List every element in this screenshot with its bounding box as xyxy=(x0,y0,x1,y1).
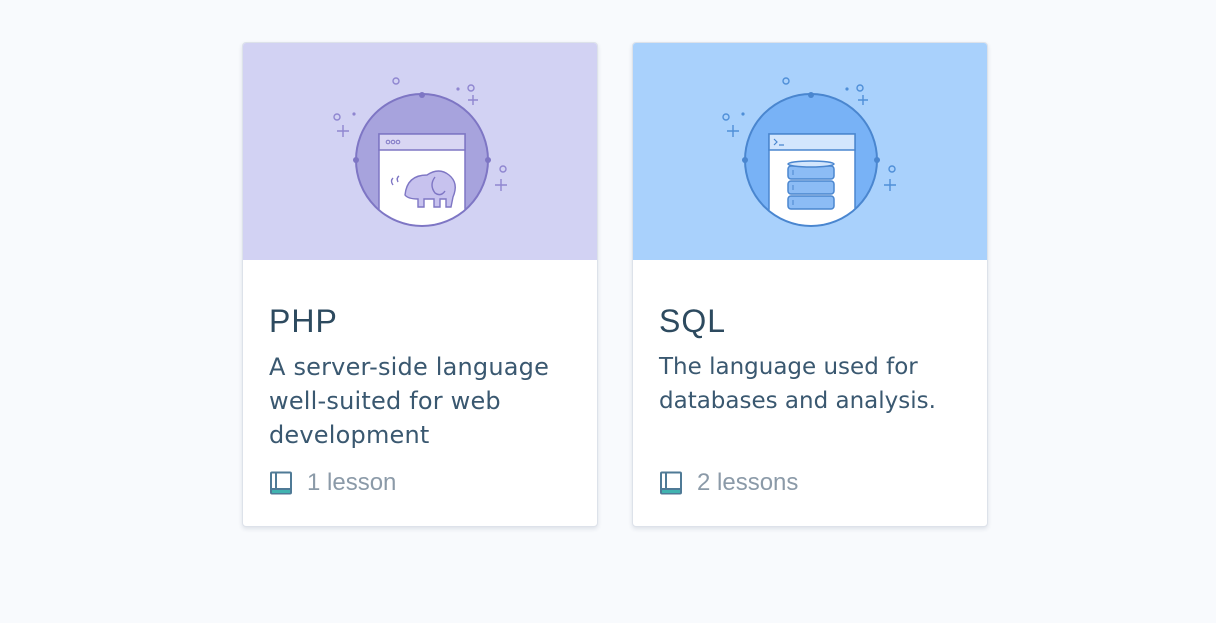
course-card-php[interactable]: PHP A server-side language well-suited f… xyxy=(242,42,598,527)
course-banner-sql xyxy=(633,43,987,260)
php-illustration xyxy=(333,77,507,227)
course-banner-php xyxy=(243,43,597,260)
course-card-body: SQL The language used for databases and … xyxy=(633,260,987,452)
course-card-sql[interactable]: SQL The language used for databases and … xyxy=(632,42,988,527)
lesson-count: 2 lessons xyxy=(697,469,799,496)
lesson-count: 1 lesson xyxy=(307,469,397,496)
course-lessons: 2 lessons xyxy=(659,469,798,497)
course-card-body: PHP A server-side language well-suited f… xyxy=(243,260,597,452)
course-title: PHP xyxy=(269,303,338,339)
book-icon xyxy=(270,471,292,495)
course-description: The language used for databases and anal… xyxy=(659,354,936,414)
sql-illustration xyxy=(722,77,896,227)
course-card-grid: PHP A server-side language well-suited f… xyxy=(242,42,988,527)
course-lessons: 1 lesson xyxy=(269,469,396,497)
course-title: SQL xyxy=(659,303,727,339)
course-description: A server-side language well-suited for w… xyxy=(269,353,550,449)
book-icon xyxy=(660,471,682,495)
database-icon xyxy=(787,160,835,210)
